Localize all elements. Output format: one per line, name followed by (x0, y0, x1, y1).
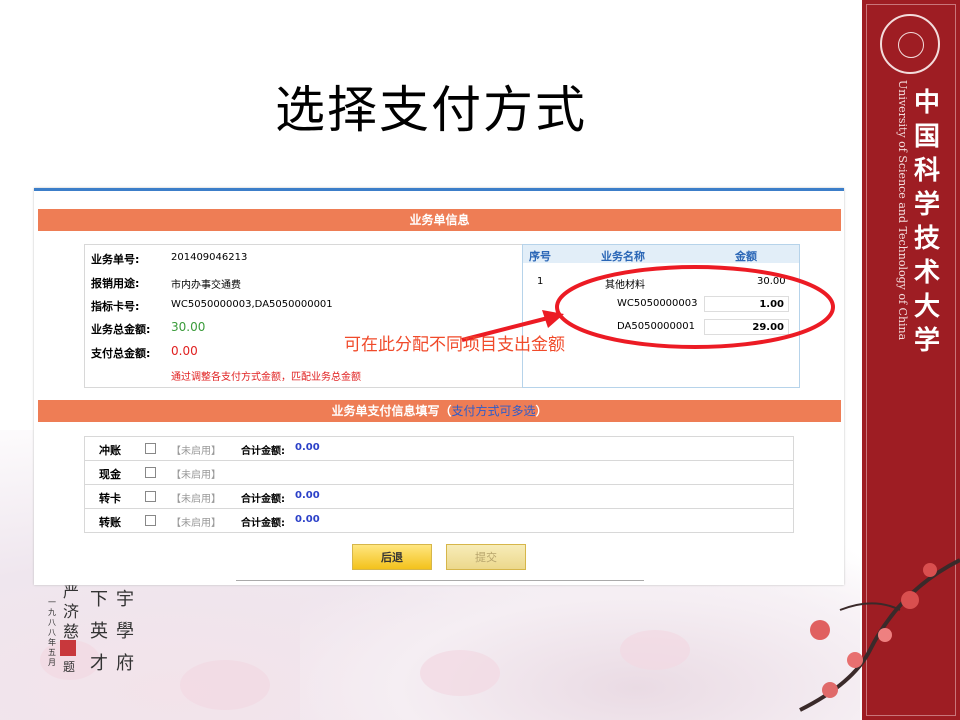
card-label: 指标卡号: (91, 300, 140, 313)
payment-row-transfer: 转账 【未启用】 合计金额: 0.00 (84, 509, 794, 533)
order-id-label: 业务单号: (91, 253, 140, 266)
payment-row-cash: 现金 【未启用】 (84, 461, 794, 485)
method-checkbox[interactable] (145, 467, 156, 478)
total-value: 30.00 (171, 320, 206, 334)
payment-form-screenshot: 业务单信息 业务单号: 201409046213 报销用途: 市内办事交通费 指… (34, 188, 844, 585)
method-name: 转账 (99, 516, 121, 529)
top-accent-line (34, 188, 844, 191)
method-total: 0.00 (295, 442, 320, 453)
university-name-en: University of Science and Technology of … (896, 80, 909, 341)
method-name: 冲账 (99, 444, 121, 457)
item-no: 1 (537, 276, 544, 287)
annotation-text: 可在此分配不同项目支出金额 (344, 335, 565, 355)
highlight-ellipse-icon (555, 265, 835, 349)
pay-total-value: 0.00 (171, 344, 198, 358)
payment-row-card: 转卡 【未启用】 合计金额: 0.00 (84, 485, 794, 509)
submit-button[interactable]: 提交 (446, 544, 526, 570)
method-name: 转卡 (99, 492, 121, 505)
blossom-dot (420, 650, 500, 696)
order-id-value: 201409046213 (171, 252, 248, 263)
red-seal-stamp-icon (60, 640, 76, 656)
method-checkbox[interactable] (145, 491, 156, 502)
slide-title: 选择支付方式 (275, 81, 587, 139)
total-label: 业务总金额: (91, 323, 151, 336)
payment-row-offset: 冲账 【未启用】 合计金额: 0.00 (84, 436, 794, 461)
payment-header-text: 业务单支付信息填写（ (331, 404, 452, 418)
university-name-cn: 中国 科学 技术 大学 (913, 88, 940, 356)
disabled-tag: 【未启用】 (171, 446, 221, 457)
items-table-header: 序号 业务名称 金额 (523, 245, 799, 263)
payment-header-suffix: ） (535, 404, 548, 418)
method-total: 0.00 (295, 490, 320, 501)
calligraphy-date: 一九八八年五月 (48, 598, 56, 667)
payment-methods-table: 冲账 【未启用】 合计金额: 0.00 现金 【未启用】 转卡 【未启用】 合计… (84, 436, 794, 533)
panel-bottom-line (236, 580, 644, 581)
pay-total-label: 支付总金额: (91, 347, 151, 360)
payment-info-header: 业务单支付信息填写（支付方式可多选） (38, 400, 841, 422)
method-name: 现金 (99, 468, 121, 481)
disabled-tag: 【未启用】 (171, 494, 221, 505)
blossom-dot (620, 630, 690, 670)
university-seal-icon (880, 14, 940, 74)
total-label: 合计金额: (241, 518, 285, 529)
total-label: 合计金额: (241, 446, 285, 457)
purpose-value: 市内办事交通费 (171, 280, 241, 291)
method-checkbox[interactable] (145, 515, 156, 526)
col-no: 序号 (529, 250, 551, 263)
total-label: 合计金额: (241, 494, 285, 505)
method-checkbox[interactable] (145, 443, 156, 454)
card-value: WC5050000003,DA5050000001 (171, 299, 333, 310)
blossom-dot (180, 660, 270, 710)
matching-note: 通过调整各支付方式金额，匹配业务总金额 (171, 372, 361, 383)
calligraphy-col-3: 宇學府 (116, 589, 134, 674)
multi-select-link[interactable]: 支付方式可多选 (451, 404, 535, 418)
disabled-tag: 【未启用】 (171, 470, 221, 481)
order-info-header: 业务单信息 (38, 209, 841, 231)
calligraphy-signature: 题 (63, 660, 76, 674)
disabled-tag: 【未启用】 (171, 518, 221, 529)
calligraphy-col-1: 严济慈 (63, 582, 80, 641)
calligraphy-col-2: 下英才 (90, 589, 108, 674)
method-total: 0.00 (295, 514, 320, 525)
purpose-label: 报销用途: (91, 277, 140, 290)
back-button[interactable]: 后退 (352, 544, 432, 570)
